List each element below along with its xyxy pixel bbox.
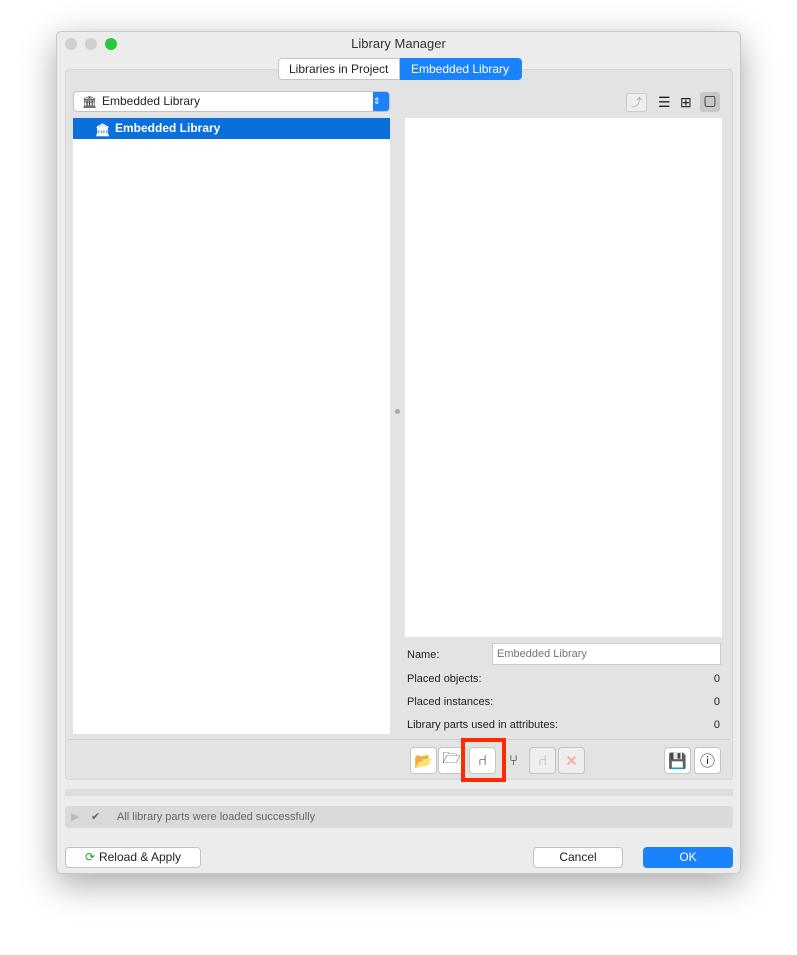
reload-icon: ⟳ [85, 850, 96, 864]
zoom-button[interactable] [105, 38, 117, 50]
chevron-updown-icon: ⇕ [373, 92, 389, 111]
placed-instances-value: 0 [713, 696, 720, 708]
preview-view-icon[interactable]: ▢ [700, 92, 720, 112]
duplicate-objects-icon[interactable]: ⑂ [500, 747, 527, 774]
horizontal-splitter[interactable] [65, 789, 733, 796]
reload-apply-button[interactable]: ⟳ Reload & Apply [65, 847, 201, 868]
name-label: Name: [407, 649, 440, 661]
list-view-icon[interactable]: ☰ [658, 94, 671, 111]
attr-parts-value: 0 [713, 719, 720, 731]
disclosure-triangle-icon[interactable]: ▶ [71, 806, 79, 828]
new-folder-icon[interactable]: 📂 [410, 747, 437, 774]
info-icon[interactable]: ⓘ [694, 747, 721, 774]
tree-item-label: Embedded Library [115, 121, 221, 135]
placed-objects-value: 0 [713, 673, 720, 685]
window-title: Library Manager [351, 36, 446, 51]
checkmark-icon: ✔ [91, 811, 101, 823]
attr-parts-label: Library parts used in attributes: [407, 719, 559, 731]
status-message: All library parts were loaded successful… [117, 811, 316, 823]
library-manager-window: Library Manager Libraries in Project Emb… [56, 31, 741, 874]
move-object-icon: ⑁ [529, 747, 556, 774]
tree-item-embedded-library[interactable]: 🏛 Embedded Library [73, 118, 390, 139]
tab-libraries-in-project[interactable]: Libraries in Project [278, 58, 400, 80]
placed-instances-label: Placed instances: [407, 696, 494, 708]
cancel-button[interactable]: Cancel [533, 847, 623, 868]
library-building-icon: 🏛 [95, 123, 111, 137]
reload-label: Reload & Apply [98, 850, 182, 864]
save-icon[interactable]: 💾 [664, 747, 691, 774]
close-button[interactable] [65, 38, 77, 50]
minimize-button[interactable] [85, 38, 97, 50]
folder-up-icon[interactable]: ⤴ [626, 93, 647, 112]
library-select-value: Embedded Library [102, 94, 201, 108]
placed-objects-label: Placed objects: [407, 673, 482, 685]
divider [67, 739, 731, 740]
library-select[interactable]: 🏛 Embedded Library ⇕ [73, 91, 390, 112]
library-building-icon: 🏛 [82, 95, 98, 109]
ok-button[interactable]: OK [643, 847, 733, 868]
grid-view-icon[interactable]: ⊞ [680, 94, 692, 111]
splitter-handle[interactable] [395, 409, 400, 414]
tab-embedded-library[interactable]: Embedded Library [400, 58, 522, 80]
status-bar: ▶ ✔ All library parts were loaded succes… [65, 806, 733, 828]
library-tree: 🏛 Embedded Library [73, 118, 390, 734]
delete-icon: ✕ [558, 747, 585, 774]
name-field[interactable] [492, 643, 721, 665]
preview-area [405, 118, 722, 637]
